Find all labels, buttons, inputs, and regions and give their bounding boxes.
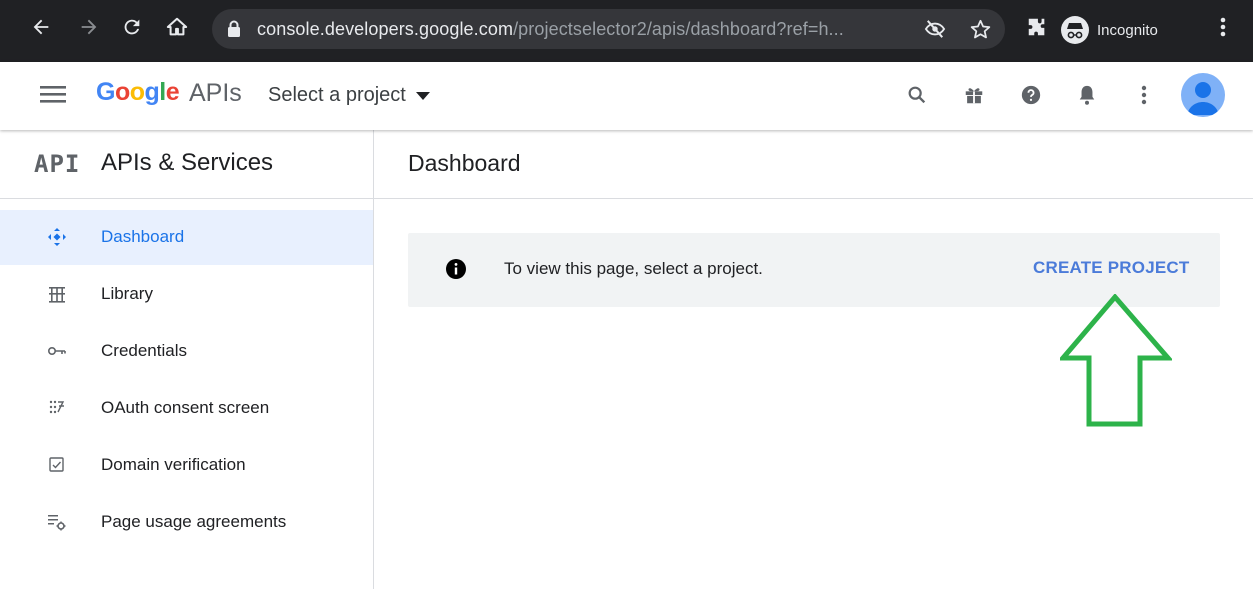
notice-message: To view this page, select a project.	[504, 259, 763, 278]
sidebar-item-dashboard[interactable]: Dashboard	[0, 210, 373, 265]
sidebar-item-domain-verification[interactable]: Domain verification	[0, 438, 373, 493]
more-options-icon[interactable]	[1140, 84, 1148, 111]
up-arrow-annotation-icon	[1060, 294, 1172, 427]
checkbox-icon	[47, 455, 67, 475]
home-icon[interactable]	[162, 12, 192, 42]
star-icon[interactable]	[970, 19, 991, 44]
project-selector-label: Select a project	[268, 84, 406, 106]
sidebar-item-label: Domain verification	[101, 455, 246, 474]
extensions-icon[interactable]	[1022, 12, 1052, 42]
sidebar-header: API APIs & Services	[0, 130, 373, 199]
settings-list-icon	[47, 512, 67, 532]
reload-icon[interactable]	[117, 12, 147, 42]
page-title: Dashboard	[408, 150, 521, 176]
sidebar-item-credentials[interactable]: Credentials	[0, 324, 373, 379]
key-icon	[47, 341, 67, 361]
sidebar-item-label: Credentials	[101, 341, 187, 360]
url-path: /projectselector2/apis/dashboard?ref=h..…	[513, 19, 844, 39]
browser-toolbar: console.developers.google.com/projectsel…	[0, 0, 1253, 62]
info-icon	[446, 259, 466, 284]
app-header: Google APIs Select a project	[0, 62, 1253, 130]
logo-letter: o	[114, 78, 130, 106]
logo-suffix: APIs	[189, 79, 242, 107]
hamburger-menu-icon[interactable]	[40, 84, 66, 109]
sidebar-item-oauth-consent[interactable]: OAuth consent screen	[0, 381, 373, 436]
project-selector[interactable]: Select a project	[268, 84, 430, 107]
sidebar: API APIs & Services Dashboard Library Cr…	[0, 130, 374, 589]
logo-letter: G	[96, 78, 115, 106]
dashboard-icon	[47, 227, 67, 247]
create-project-button[interactable]: CREATE PROJECT	[1033, 258, 1189, 278]
sidebar-title: APIs & Services	[101, 149, 274, 176]
search-icon[interactable]	[906, 84, 928, 111]
forward-icon[interactable]	[74, 12, 104, 42]
back-icon[interactable]	[26, 12, 56, 42]
google-logo[interactable]: Google	[96, 78, 180, 107]
help-icon[interactable]	[1020, 84, 1042, 111]
url-text: console.developers.google.com/projectsel…	[257, 19, 844, 40]
library-icon	[47, 284, 67, 304]
address-bar[interactable]: console.developers.google.com/projectsel…	[212, 9, 1005, 49]
user-avatar[interactable]	[1181, 73, 1225, 117]
api-logo: API	[34, 150, 81, 178]
incognito-label: Incognito	[1097, 21, 1158, 39]
sidebar-item-label: Library	[101, 284, 153, 303]
caret-down-icon	[415, 91, 430, 100]
main-header: Dashboard	[374, 130, 1253, 199]
sidebar-item-label: OAuth consent screen	[101, 398, 270, 417]
consent-icon	[47, 398, 67, 418]
notifications-icon[interactable]	[1077, 84, 1097, 111]
logo-letter: o	[129, 78, 145, 106]
logo-letter: g	[144, 78, 160, 106]
lock-icon[interactable]	[227, 20, 241, 43]
url-host: console.developers.google.com	[257, 19, 514, 39]
browser-menu-icon[interactable]	[1208, 12, 1238, 42]
sidebar-item-library[interactable]: Library	[0, 267, 373, 322]
sidebar-item-page-usage-agreements[interactable]: Page usage agreements	[0, 495, 373, 550]
gift-icon[interactable]	[963, 84, 985, 111]
logo-letter: e	[165, 78, 180, 106]
incognito-badge[interactable]: Incognito	[1061, 13, 1199, 47]
sidebar-item-label: Page usage agreements	[101, 512, 287, 531]
incognito-icon	[1061, 16, 1089, 44]
account-icon	[1187, 82, 1219, 115]
eye-off-icon[interactable]	[924, 19, 946, 44]
sidebar-item-label: Dashboard	[101, 227, 185, 246]
